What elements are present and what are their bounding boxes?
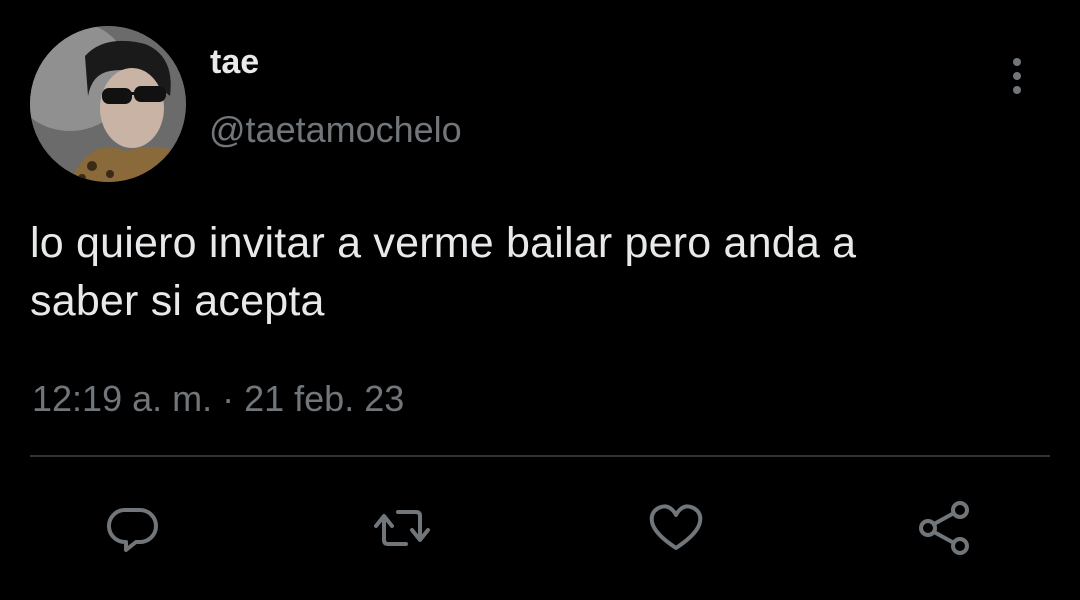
share-button[interactable] [914,498,974,558]
divider [30,455,1050,457]
tweet-timestamp[interactable]: 12:19 a. m. · 21 feb. 23 [32,378,404,420]
retweet-icon [374,510,430,546]
timestamp-separator: · [212,378,245,419]
avatar-photo [30,26,186,182]
tweet-date: 21 feb. 23 [244,378,405,419]
share-icon [919,501,969,555]
more-vertical-icon [1013,58,1021,94]
tweet-text-line: lo quiero invitar a verme bailar pero an… [30,219,857,267]
retweet-button[interactable] [372,498,432,558]
avatar[interactable] [30,26,186,182]
like-button[interactable] [646,498,706,558]
user-handle[interactable]: @taetamochelo [209,110,462,150]
tweet-text: lo quiero invitar a verme bailar pero an… [30,214,1060,330]
tweet-time: 12:19 a. m. [32,378,213,419]
reply-button[interactable] [104,498,164,558]
tweet-text-line: saber si acepta [30,277,325,325]
reply-icon [107,508,158,552]
tweet-detail: tae @taetamochelo lo quiero invitar a ve… [0,0,1080,600]
like-icon [649,504,703,550]
display-name[interactable]: tae [210,42,259,82]
more-options-button[interactable] [1000,56,1034,100]
